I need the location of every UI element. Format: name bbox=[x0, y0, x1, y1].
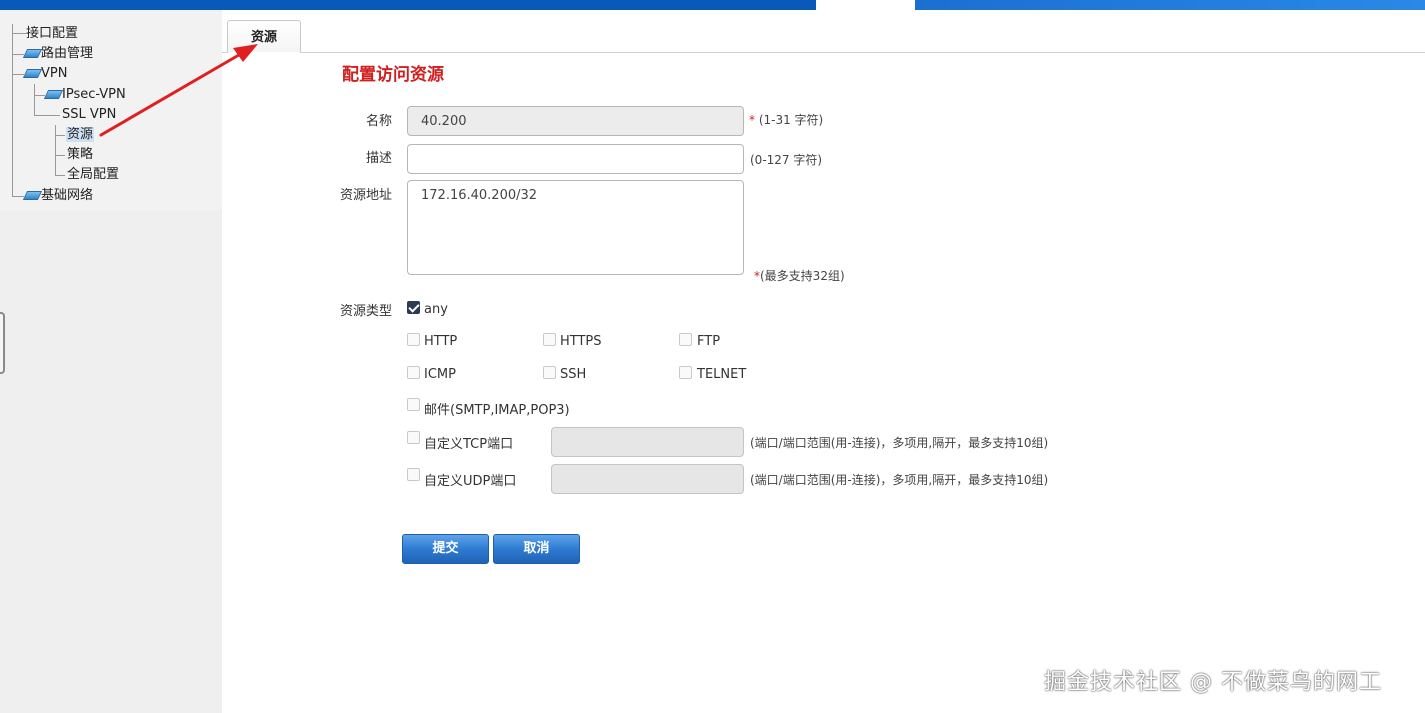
checkbox-icmp-label: ICMP bbox=[424, 367, 456, 382]
tree-item-label: 接口配置 bbox=[26, 26, 79, 41]
tree-item-label: 资源 bbox=[66, 127, 95, 142]
custom-tcp-hint: (端口/端口范围(用-连接)，多项用,隔开，最多支持10组) bbox=[750, 436, 1049, 450]
checkbox-any[interactable] bbox=[407, 301, 420, 314]
sidebar-collapse-handle[interactable] bbox=[0, 312, 5, 374]
description-input[interactable] bbox=[407, 144, 744, 174]
tree-item-label: 策略 bbox=[67, 147, 94, 162]
folder-icon bbox=[22, 191, 43, 200]
submit-button[interactable]: 提交 bbox=[402, 534, 489, 564]
checkbox-ftp-label: FTP bbox=[697, 334, 721, 349]
address-hint-text: (最多支持32组) bbox=[760, 269, 845, 283]
address-label: 资源地址 bbox=[339, 188, 392, 203]
tab-resource[interactable]: 资源 bbox=[227, 20, 301, 53]
folder-icon bbox=[22, 69, 43, 78]
page-title: 配置访问资源 bbox=[342, 65, 444, 85]
tree-item-label: 路由管理 bbox=[41, 46, 94, 61]
checkbox-telnet[interactable] bbox=[679, 366, 692, 379]
tree-line bbox=[55, 175, 65, 176]
tree-line bbox=[12, 24, 13, 197]
custom-udp-input[interactable] bbox=[551, 464, 744, 494]
checkbox-telnet-label: TELNET bbox=[697, 367, 747, 382]
top-banner-gap bbox=[816, 0, 915, 10]
tree-line bbox=[12, 33, 26, 34]
description-hint: (0-127 字符) bbox=[750, 153, 823, 167]
address-textarea[interactable]: 172.16.40.200/32 bbox=[407, 180, 744, 275]
tree-line bbox=[34, 84, 35, 115]
tree-line bbox=[12, 74, 24, 75]
tree-item-basic-network[interactable]: 基础网络 bbox=[22, 186, 94, 206]
name-input[interactable] bbox=[407, 106, 744, 136]
folder-icon bbox=[22, 49, 43, 58]
tree-item-ipsec-vpn[interactable]: IPsec-VPN bbox=[43, 85, 126, 105]
tree-line bbox=[34, 115, 60, 116]
name-hint-text: (1-31 字符) bbox=[758, 113, 824, 127]
tree-line bbox=[12, 54, 24, 55]
checkbox-custom-tcp[interactable] bbox=[407, 431, 420, 444]
top-banner-right bbox=[915, 0, 1425, 10]
tree-line bbox=[12, 196, 24, 197]
tree-line bbox=[34, 95, 45, 96]
checkbox-mail-label: 邮件(SMTP,IMAP,POP3) bbox=[424, 403, 570, 418]
tree-item-global-config[interactable]: 全局配置 bbox=[67, 165, 119, 185]
tree-item-vpn[interactable]: VPN bbox=[22, 64, 68, 84]
tree-item-label: SSL VPN bbox=[62, 107, 117, 122]
required-mark: * bbox=[749, 113, 755, 127]
custom-tcp-input[interactable] bbox=[551, 427, 744, 457]
tree-item-policy[interactable]: 策略 bbox=[67, 145, 93, 165]
tab-bar-line bbox=[222, 52, 1425, 53]
folder-icon bbox=[43, 90, 64, 99]
description-label: 描述 bbox=[365, 151, 392, 166]
checkbox-mail[interactable] bbox=[407, 398, 420, 411]
tree-item-resource[interactable]: 资源 bbox=[66, 125, 95, 145]
address-hint: *(最多支持32组) bbox=[754, 267, 845, 284]
top-banner bbox=[0, 0, 1425, 10]
checkbox-ftp[interactable] bbox=[679, 333, 692, 346]
checkbox-http[interactable] bbox=[407, 333, 420, 346]
tree-line bbox=[55, 125, 56, 176]
sidebar: 接口配置 路由管理 VPN IPsec-VPN SSL VPN 资源 策略 全局… bbox=[0, 10, 222, 713]
checkbox-https[interactable] bbox=[543, 333, 556, 346]
checkbox-custom-tcp-label: 自定义TCP端口 bbox=[424, 437, 514, 452]
name-label: 名称 bbox=[365, 114, 392, 129]
cancel-button[interactable]: 取消 bbox=[493, 534, 580, 564]
tree-item-interface-config[interactable]: 接口配置 bbox=[26, 24, 78, 44]
checkbox-custom-udp-label: 自定义UDP端口 bbox=[424, 474, 517, 489]
tree-item-label: 全局配置 bbox=[67, 167, 120, 182]
tree-item-label: 基础网络 bbox=[41, 188, 94, 203]
nav-tree: 接口配置 路由管理 VPN IPsec-VPN SSL VPN 资源 策略 全局… bbox=[0, 10, 222, 210]
name-hint: * (1-31 字符) bbox=[749, 111, 823, 128]
tree-line bbox=[55, 135, 65, 136]
custom-udp-hint: (端口/端口范围(用-连接)，多项用,隔开，最多支持10组) bbox=[750, 473, 1049, 487]
checkbox-custom-udp[interactable] bbox=[407, 468, 420, 481]
checkbox-http-label: HTTP bbox=[424, 334, 458, 349]
checkbox-ssh-label: SSH bbox=[560, 367, 587, 382]
tree-item-label: VPN bbox=[41, 66, 68, 81]
type-label: 资源类型 bbox=[339, 304, 392, 319]
tree-line bbox=[55, 155, 65, 156]
tree-item-label: IPsec-VPN bbox=[62, 87, 126, 102]
checkbox-https-label: HTTPS bbox=[560, 334, 602, 349]
tree-item-route-mgmt[interactable]: 路由管理 bbox=[22, 44, 94, 64]
tree-item-ssl-vpn[interactable]: SSL VPN bbox=[62, 105, 116, 125]
checkbox-icmp[interactable] bbox=[407, 366, 420, 379]
watermark: 掘金技术社区 @ 不做菜鸟的网工 bbox=[1044, 670, 1382, 695]
checkbox-ssh[interactable] bbox=[543, 366, 556, 379]
checkbox-any-label: any bbox=[424, 302, 448, 317]
